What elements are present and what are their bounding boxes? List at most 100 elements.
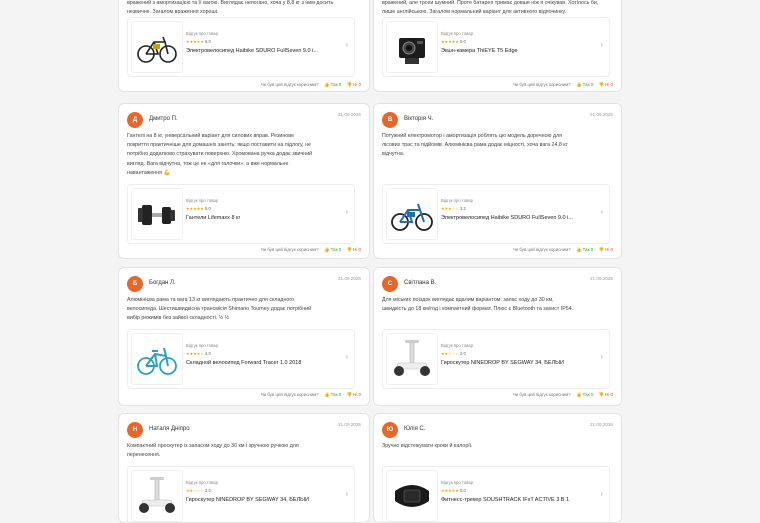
vote-yes-button[interactable]: 👍 Так 0 — [324, 82, 341, 87]
review-date: 21.09.2026 — [338, 422, 361, 427]
product-card[interactable]: Відгук про товар ★★★★★ 5.0 Гантели Lifem… — [127, 184, 355, 244]
review-date: 21.09.2026 — [590, 422, 613, 427]
chevron-right-icon[interactable]: › — [346, 209, 348, 216]
avatar: Д — [127, 112, 143, 128]
helpful-question: Чи був цей відгук корисним? — [260, 82, 319, 87]
avatar: Н — [127, 422, 143, 438]
chevron-right-icon[interactable]: › — [601, 209, 603, 216]
chevron-right-icon[interactable]: › — [346, 354, 348, 361]
helpful-row: Чи був цей відгук корисним? 👍 Так 0 👎 Ні… — [513, 247, 613, 253]
vote-yes-button[interactable]: 👍 Так 0 — [576, 82, 593, 87]
product-name[interactable]: Электровелосипед Haibike SDURO FullSeven… — [441, 215, 573, 221]
product-rating: ★★★★☆ 4.0 — [186, 351, 211, 356]
review-card: Д Дмитро П. 21.09.2026 Гантелі на 8 кг, … — [118, 103, 370, 259]
product-label: Відгук про товар — [186, 198, 218, 203]
vote-no-button[interactable]: 👎 Ні 0 — [598, 392, 613, 397]
vote-yes-button[interactable]: 👍 Так 0 — [324, 247, 341, 252]
thumbs-up-icon: 👍 — [323, 82, 330, 87]
helpful-question: Чи був цей відгук корисним? — [512, 392, 571, 397]
product-label: Відгук про товар — [186, 343, 218, 348]
review-date: 21.09.2026 — [338, 276, 361, 281]
vote-yes-button[interactable]: 👍 Так 0 — [576, 392, 593, 397]
chevron-right-icon[interactable]: › — [346, 42, 348, 49]
review-card: вражений з амортизацією та її вагою. Виг… — [118, 0, 370, 92]
product-rating: ★★★★★ 5.0 — [186, 39, 211, 44]
review-text: Потужний електромотор і амортизація робл… — [382, 133, 568, 158]
product-label: Відгук про товар — [186, 31, 218, 36]
product-name[interactable]: Фитнесс-трекер SOUSHTRACK IFxT ACTIVE 3 … — [441, 497, 569, 503]
ebike-black-icon — [131, 21, 183, 73]
fitness-tracker-icon — [386, 470, 438, 522]
review-card: С Світлана В. 21.09.2026 Для міських пої… — [373, 267, 622, 406]
thumbs-down-icon: 👎 — [598, 392, 604, 397]
thumbs-up-icon: 👍 — [575, 82, 582, 87]
helpful-question: Чи був цей відгук корисним? — [512, 247, 571, 252]
review-text: Зручно відстежувати кроки й калорії. — [382, 443, 473, 449]
helpful-row: Чи був цей відгук корисним? 👍 Так 0 👎 Ні… — [261, 392, 361, 398]
review-card: Б Богдан Л. 21.09.2026 Алюмінієва рама т… — [118, 267, 370, 406]
review-text: вражений з амортизацією та її вагою. Виг… — [127, 0, 334, 16]
thumbs-down-icon: 👎 — [346, 82, 352, 87]
product-name[interactable]: Гантели Lifemaxx 8 кг — [186, 215, 240, 221]
avatar: В — [382, 112, 398, 128]
thumbs-up-icon: 👍 — [323, 247, 330, 252]
vote-yes-button[interactable]: 👍 Так 0 — [324, 392, 341, 397]
thumbs-up-icon: 👍 — [323, 392, 330, 397]
author-name: Юлія С. — [404, 426, 426, 432]
thumbs-up-icon: 👍 — [575, 392, 582, 397]
product-rating: ★★★★★ 5.0 — [441, 39, 466, 44]
segway-icon — [131, 470, 183, 522]
avatar: Ю — [382, 422, 398, 438]
thumbs-down-icon: 👎 — [598, 247, 604, 252]
avatar: Б — [127, 276, 143, 292]
product-name[interactable]: Гироскутер NINEDROP BY SEGWAY 34, БЕЛЫЙ — [441, 360, 564, 366]
review-card: Н Наталя Дніпро 21.09.2026 Компактний гі… — [118, 413, 370, 523]
author-name: Дмитро П. — [149, 116, 178, 122]
product-name[interactable]: Гироскутер NINEDROP BY SEGWAY 34, БЕЛЫЙ — [186, 497, 309, 503]
product-label: Відгук про товар — [186, 480, 218, 485]
product-rating: ★★★★★ 5.0 — [186, 206, 211, 211]
product-label: Відгук про товар — [441, 343, 473, 348]
product-name[interactable]: Экшн-камера ThiEYE T5 Edge — [441, 48, 518, 54]
helpful-row: Чи був цей відгук корисним? 👍 Так 0 👎 Ні… — [513, 82, 613, 88]
review-text: Гантелі на 8 кг, універсальний варіант д… — [127, 133, 313, 176]
vote-no-button[interactable]: 👎 Ні 0 — [346, 82, 361, 87]
chevron-right-icon[interactable]: › — [346, 491, 348, 498]
product-label: Відгук про товар — [441, 480, 473, 485]
vote-no-button[interactable]: 👎 Ні 0 — [346, 247, 361, 252]
thumbs-down-icon: 👎 — [346, 392, 352, 397]
product-rating: ★★★☆☆ 3.2 — [441, 206, 466, 211]
product-card[interactable]: Відгук про товар ★★★★★ 5.0 Фитнесс-треке… — [382, 466, 610, 522]
helpful-question: Чи був цей відгук корисним? — [260, 247, 319, 252]
product-name[interactable]: Электровелосипед Haibike SDURO FullSeven… — [186, 48, 318, 54]
author-name: Наталя Дніпро — [149, 426, 190, 432]
product-card[interactable]: Відгук про товар ★★★★★ 5.0 Электровелоси… — [127, 17, 355, 77]
helpful-row: Чи був цей відгук корисним? 👍 Так 0 👎 Ні… — [513, 392, 613, 398]
product-name[interactable]: Складной велосипед Forward Tracer 1.0 20… — [186, 360, 301, 366]
thumbs-up-icon: 👍 — [575, 247, 582, 252]
product-rating: ★★☆☆☆ 2.0 — [441, 351, 466, 356]
thumbs-down-icon: 👎 — [346, 247, 352, 252]
product-card[interactable]: Відгук про товар ★★★☆☆ 3.2 Электровелоси… — [382, 184, 610, 244]
thumbs-down-icon: 👎 — [598, 82, 604, 87]
helpful-row: Чи був цей відгук корисним? 👍 Так 0 👎 Ні… — [261, 247, 361, 253]
author-name: Світлана В. — [404, 280, 437, 286]
vote-no-button[interactable]: 👎 Ні 0 — [598, 247, 613, 252]
dumbbell-icon — [131, 188, 183, 240]
folding-bike-icon — [131, 333, 183, 385]
product-card[interactable]: Відгук про товар ★★☆☆☆ 2.0 Гироскутер NI… — [127, 466, 355, 522]
vote-no-button[interactable]: 👎 Ні 0 — [346, 392, 361, 397]
product-label: Відгук про товар — [441, 31, 473, 36]
chevron-right-icon[interactable]: › — [601, 491, 603, 498]
chevron-right-icon[interactable]: › — [601, 42, 603, 49]
ebike-blue-icon — [386, 188, 438, 240]
chevron-right-icon[interactable]: › — [601, 354, 603, 361]
product-card[interactable]: Відгук про товар ★★★★☆ 4.0 Складной вело… — [127, 329, 355, 389]
product-card[interactable]: Відгук про товар ★★★★★ 5.0 Экшн-камера T… — [382, 17, 610, 77]
avatar: С — [382, 276, 398, 292]
product-card[interactable]: Відгук про товар ★★☆☆☆ 2.0 Гироскутер NI… — [382, 329, 610, 389]
vote-no-button[interactable]: 👎 Ні 0 — [598, 82, 613, 87]
vote-yes-button[interactable]: 👍 Так 0 — [576, 247, 593, 252]
product-rating: ★★★★★ 5.0 — [441, 488, 466, 493]
review-card: В Вікторія Ч. 21.09.2026 Потужний електр… — [373, 103, 622, 259]
